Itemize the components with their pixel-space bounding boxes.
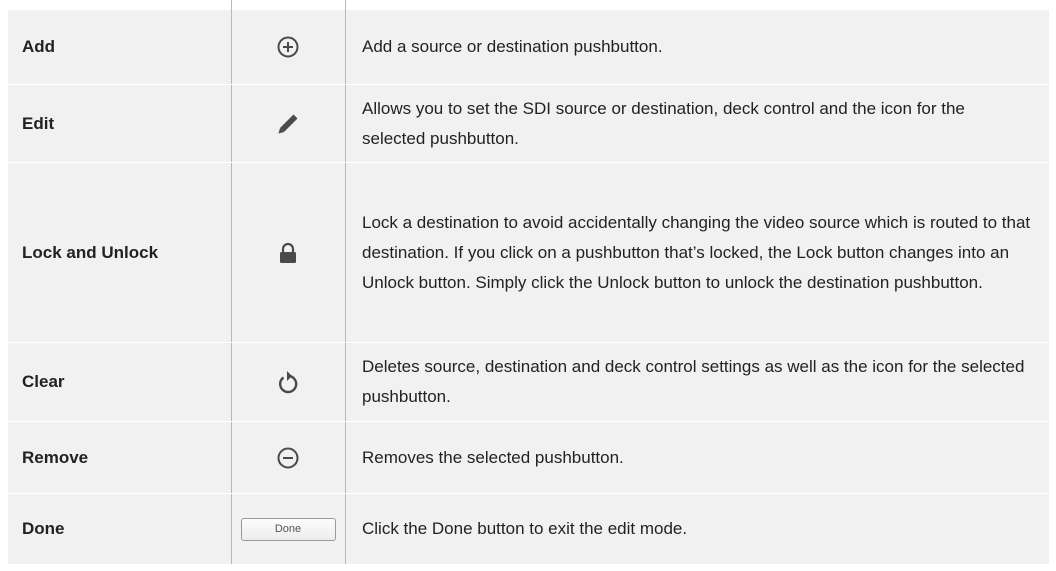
row-description: Allows you to set the SDI source or dest… [362, 98, 965, 148]
row-name: Lock and Unlock [22, 242, 159, 262]
row-name: Done [22, 519, 65, 538]
table-row-edit: Edit Allows you to set the SDI source or… [8, 85, 1049, 163]
done-button[interactable]: Done [240, 517, 336, 541]
table-row-clear: Clear Deletes source, destination and de… [8, 343, 1049, 422]
table-row-add: Add Add a source or destination pushbutt… [8, 10, 1049, 85]
pencil-icon[interactable] [276, 112, 300, 136]
controls-table: Add Add a source or destination pushbutt… [8, 0, 1049, 564]
lock-icon[interactable] [278, 242, 298, 264]
table-row-done: Done Done Click the Done button to exit … [8, 494, 1049, 564]
reset-arrow-icon[interactable] [276, 369, 300, 395]
row-description: Lock a destination to avoid accidentally… [362, 212, 1031, 292]
row-name: Clear [22, 372, 65, 391]
table-row-lock: Lock and Unlock Lock a destination to av… [8, 163, 1049, 343]
row-name: Add [22, 37, 56, 56]
plus-circle-icon[interactable] [277, 36, 299, 58]
row-description: Deletes source, destination and deck con… [362, 357, 1025, 406]
minus-circle-icon[interactable] [277, 447, 299, 469]
row-name: Edit [22, 113, 55, 133]
row-description: Removes the selected pushbutton. [362, 447, 624, 467]
row-description: Click the Done button to exit the edit m… [362, 519, 688, 538]
row-name: Remove [22, 447, 89, 467]
row-description: Add a source or destination pushbutton. [362, 37, 663, 56]
table-row-remove: Remove Removes the selected pushbutton. [8, 422, 1049, 494]
